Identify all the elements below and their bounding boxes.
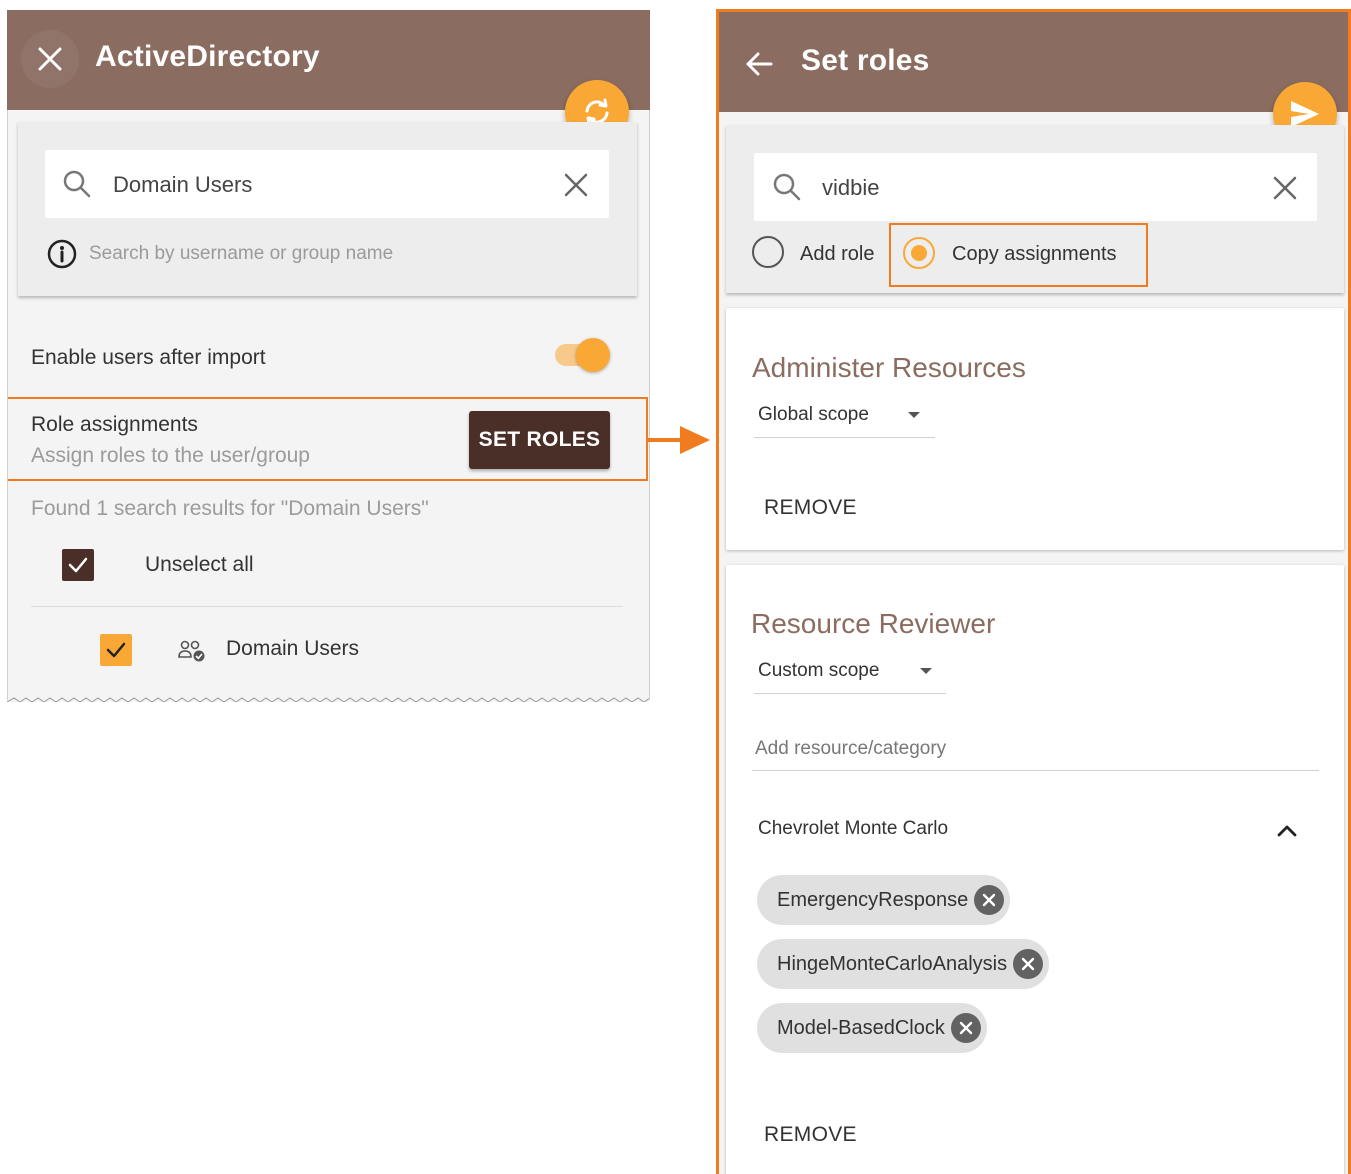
unselect-all-label: Unselect all <box>145 553 254 576</box>
resource-chip: EmergencyResponse <box>757 875 1011 925</box>
search-icon <box>63 170 91 198</box>
chevron-down-icon <box>908 412 920 418</box>
copy-assignments-radio[interactable] <box>903 237 935 269</box>
add-resource-input[interactable]: Add resource/category <box>755 738 946 760</box>
group-icon <box>178 640 205 662</box>
scope-select[interactable]: Global scope <box>754 396 935 438</box>
left-app-bar: ActiveDirectory <box>7 10 650 110</box>
back-arrow-icon[interactable] <box>743 48 775 80</box>
chip-remove-icon[interactable] <box>974 885 1005 915</box>
chevron-up-icon[interactable] <box>1275 821 1299 841</box>
role-assignments-sublabel: Assign roles to the user/group <box>31 444 310 467</box>
clear-icon[interactable] <box>1272 175 1298 201</box>
remove-role-button[interactable]: REMOVE <box>764 496 857 520</box>
set-roles-search-card: vidbie Add role Copy assignments <box>726 125 1344 293</box>
chip-label: HingeMonteCarloAnalysis <box>777 952 1008 975</box>
result-checkbox[interactable] <box>100 634 132 666</box>
close-button[interactable] <box>21 30 79 88</box>
chip-label: EmergencyResponse <box>777 888 969 911</box>
chip-remove-icon[interactable] <box>950 1013 981 1043</box>
check-icon <box>68 557 88 573</box>
clear-icon[interactable] <box>563 172 589 198</box>
close-icon <box>38 47 62 71</box>
set-roles-button[interactable]: SET ROLES <box>469 411 610 469</box>
role-assignments-label: Role assignments <box>31 413 198 436</box>
scope-select[interactable]: Custom scope <box>754 652 946 694</box>
right-arrow-icon <box>646 426 710 454</box>
copy-assignments-label: Copy assignments <box>952 243 1117 265</box>
role-card-administer-resources: Administer Resources Global scope REMOVE <box>726 308 1344 550</box>
torn-edge <box>7 694 650 702</box>
search-icon <box>773 173 801 201</box>
enable-users-label: Enable users after import <box>31 346 266 369</box>
left-panel-title: ActiveDirectory <box>95 40 320 73</box>
remove-role-button[interactable]: REMOVE <box>764 1123 857 1147</box>
add-role-radio[interactable] <box>752 236 784 268</box>
role-title: Resource Reviewer <box>751 608 996 639</box>
right-app-bar: Set roles <box>719 12 1348 112</box>
add-resource-underline <box>752 770 1319 771</box>
scope-value: Custom scope <box>758 660 880 681</box>
user-search-field[interactable]: vidbie <box>754 153 1317 221</box>
chip-remove-icon[interactable] <box>1013 949 1044 979</box>
resource-chip: HingeMonteCarloAnalysis <box>757 939 1050 989</box>
right-panel-title: Set roles <box>801 44 930 77</box>
search-card: Domain Users Search by username or group… <box>18 122 637 296</box>
left-panel-border <box>7 110 8 700</box>
role-title: Administer Resources <box>752 352 1026 383</box>
results-count-text: Found 1 search results for "Domain Users… <box>31 497 429 520</box>
resource-group-label: Chevrolet Monte Carlo <box>758 818 949 839</box>
chevron-down-icon <box>920 668 932 674</box>
scope-value: Global scope <box>758 404 869 425</box>
info-icon <box>47 239 77 269</box>
unselect-all-checkbox[interactable] <box>62 549 94 581</box>
check-icon <box>106 642 126 658</box>
set-roles-panel: Set roles vidbie Add role Copy assignmen… <box>716 9 1351 1174</box>
results-divider <box>31 606 623 607</box>
result-item-label: Domain Users <box>226 637 360 660</box>
role-card-resource-reviewer: Resource Reviewer Custom scope Add resou… <box>726 565 1344 1174</box>
search-input[interactable]: Domain Users <box>113 172 252 198</box>
search-hint: Search by username or group name <box>89 243 394 264</box>
add-role-label: Add role <box>800 243 875 265</box>
user-search-input[interactable]: vidbie <box>822 175 879 201</box>
chip-label: Model-BasedClock <box>777 1016 945 1039</box>
right-panel-border-left <box>649 110 650 700</box>
resource-chip: Model-BasedClock <box>757 1003 987 1053</box>
search-field[interactable]: Domain Users <box>45 150 609 218</box>
active-directory-panel: ActiveDirectory Domain Users Search by u… <box>7 10 650 702</box>
